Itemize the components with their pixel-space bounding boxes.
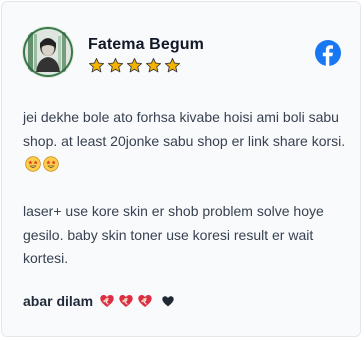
avatar-image — [22, 26, 74, 78]
black-heart-emoji — [162, 296, 174, 307]
star-icon — [145, 57, 162, 73]
reviewer-name: Fatema Begum — [88, 36, 204, 53]
star-rating — [88, 57, 181, 74]
star-struck-emoji — [25, 156, 41, 172]
review-header: Fatema Begum — [2, 2, 360, 92]
review-card: Fatema Begum jei dekhe bole ato forhsa k… — [1, 1, 361, 337]
review-paragraph-1-text: jei dekhe bole ato forhsa kivabe hoisi a… — [23, 109, 346, 149]
review-footer: abar dilam — [23, 293, 176, 309]
review-paragraph-1: jei dekhe bole ato forhsa kivabe hoisi a… — [23, 106, 347, 177]
star-icon — [164, 57, 181, 73]
review-text: jei dekhe bole ato forhsa kivabe hoisi a… — [23, 106, 347, 271]
mending-heart-emoji — [138, 295, 152, 307]
review-paragraph-2: laser+ use kore skin er shob problem sol… — [23, 203, 328, 266]
star-icon — [126, 57, 143, 73]
star-struck-emoji — [43, 156, 59, 172]
footer-emojis — [99, 293, 176, 309]
star-icon — [88, 57, 105, 73]
mending-heart-emoji — [100, 295, 114, 307]
avatar[interactable] — [22, 26, 74, 78]
star-icon — [107, 57, 124, 73]
mending-heart-emoji — [119, 295, 133, 307]
facebook-icon[interactable] — [315, 40, 341, 66]
footer-text: abar dilam — [23, 293, 94, 309]
